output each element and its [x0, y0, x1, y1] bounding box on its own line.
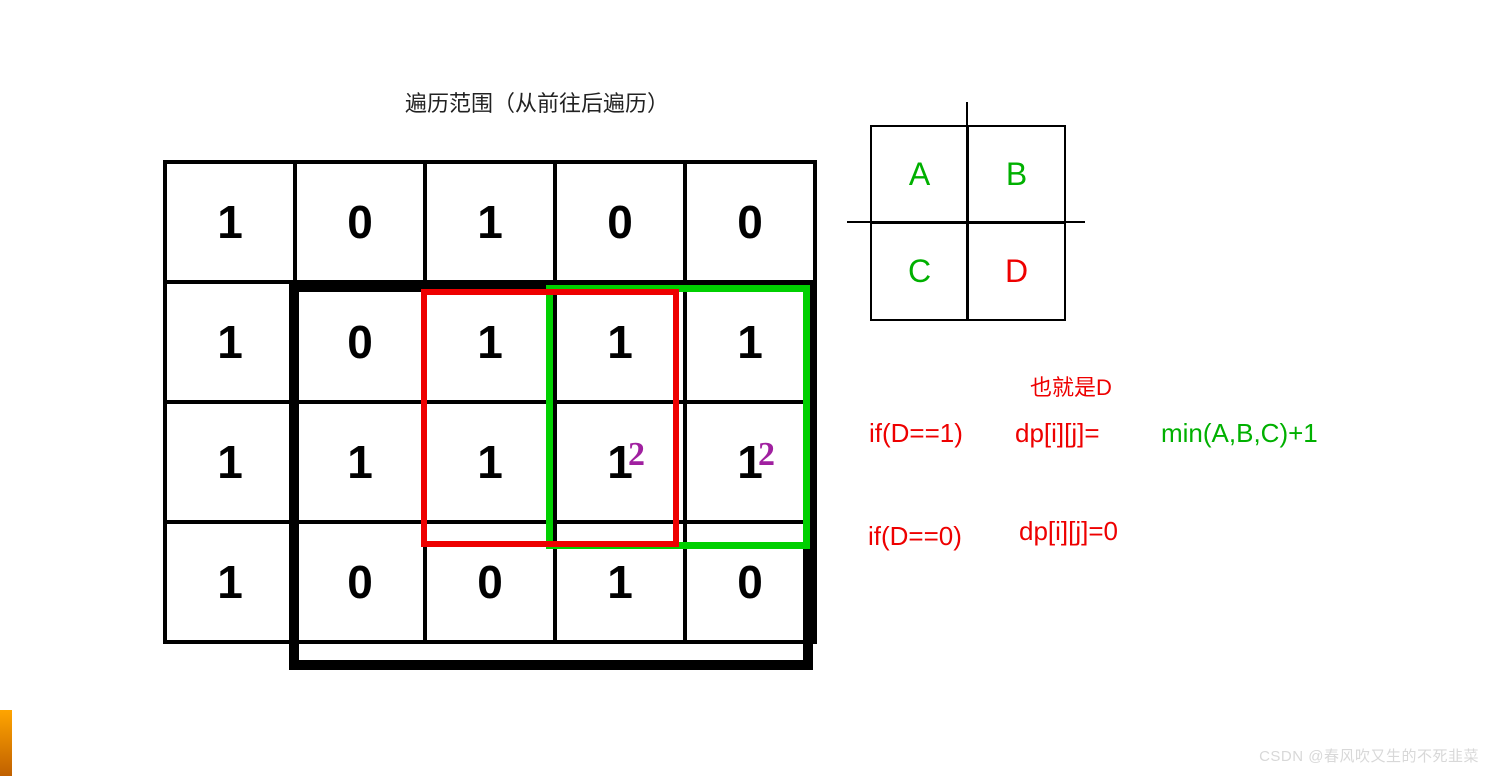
cell-0-1: 0	[295, 162, 425, 282]
small-grid: A B C D	[870, 125, 1066, 321]
cell-0-0: 1	[165, 162, 295, 282]
cell-1-1: 0	[295, 282, 425, 402]
cell-2-2: 1	[425, 402, 555, 522]
small-cell-b: B	[968, 126, 1065, 223]
watermark: CSDN @春风吹又生的不死韭菜	[1259, 745, 1479, 766]
main-grid: 1 0 1 0 0 1 0 1 1 1 1 1 1 12 12 1 0 0 1 …	[163, 160, 817, 644]
eq2-condition: if(D==0)	[868, 521, 962, 552]
cell-3-3: 1	[555, 522, 685, 642]
eq1-rhs: min(A,B,C)+1	[1161, 418, 1318, 449]
cell-2-1: 1	[295, 402, 425, 522]
cell-1-2: 1	[425, 282, 555, 402]
eq1-condition: if(D==1)	[869, 418, 963, 449]
cell-3-4: 0	[685, 522, 815, 642]
cell-3-1: 0	[295, 522, 425, 642]
cell-3-2: 0	[425, 522, 555, 642]
cell-0-4: 0	[685, 162, 815, 282]
cell-0-3: 0	[555, 162, 685, 282]
cell-2-3: 12	[555, 402, 685, 522]
small-cell-a: A	[871, 126, 968, 223]
cell-1-4: 1	[685, 282, 815, 402]
cell-2-4: 12	[685, 402, 815, 522]
eq2-dp: dp[i][j]=0	[1019, 516, 1118, 547]
small-cell-c: C	[871, 223, 968, 320]
title-text: 遍历范围（从前往后遍历）	[405, 86, 669, 118]
note-d: 也就是D	[1030, 370, 1112, 402]
cell-1-3: 1	[555, 282, 685, 402]
annot-r2c4: 2	[758, 436, 775, 474]
cell-0-2: 1	[425, 162, 555, 282]
eq1-dp: dp[i][j]=	[1015, 418, 1100, 449]
cell-2-0: 1	[165, 402, 295, 522]
cell-1-0: 1	[165, 282, 295, 402]
sidebar-decoration	[0, 710, 12, 776]
cell-3-0: 1	[165, 522, 295, 642]
small-cell-d: D	[968, 223, 1065, 320]
annot-r2c3: 2	[628, 436, 645, 474]
